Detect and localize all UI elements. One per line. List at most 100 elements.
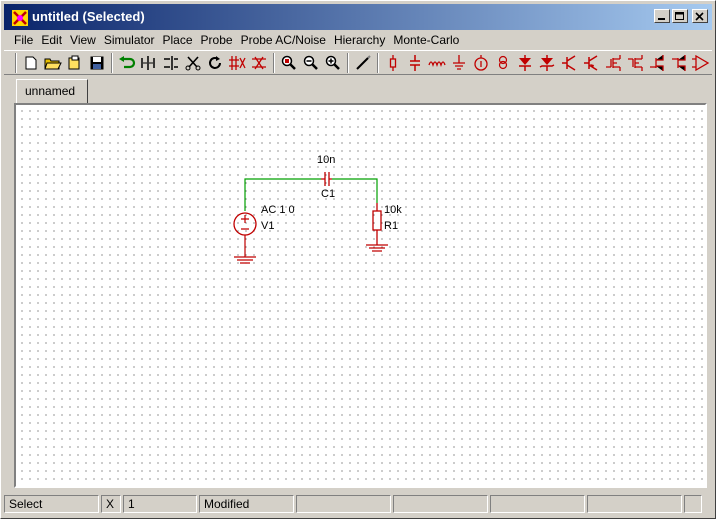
- source-ref: V1: [261, 220, 274, 232]
- status-modified: Modified: [199, 495, 294, 513]
- status-coord-label: X: [101, 495, 121, 513]
- source-value: AC 1 0: [261, 204, 295, 216]
- menu-place[interactable]: Place: [163, 33, 193, 47]
- duplicate-icon: [252, 56, 266, 69]
- pnp-icon: [584, 54, 598, 71]
- voltage-source-button[interactable]: [470, 52, 492, 74]
- undo-icon: [119, 55, 136, 68]
- toolbar: [4, 50, 712, 75]
- status-cell-9: [684, 495, 702, 513]
- zoom-in-button[interactable]: [322, 52, 344, 74]
- menu-probe[interactable]: Probe: [201, 33, 233, 47]
- resistor-value: 10k: [384, 204, 402, 216]
- inductor-button[interactable]: [426, 52, 448, 74]
- open-button[interactable]: [42, 52, 64, 74]
- schematic-canvas-frame: 10n C1 AC 1 0 V1 10k R1: [14, 103, 707, 488]
- voltage-source-v1[interactable]: AC 1 0 V1: [233, 204, 295, 264]
- ground-icon: [453, 54, 465, 70]
- cut-button[interactable]: [182, 52, 204, 74]
- pmos-button[interactable]: [624, 52, 646, 74]
- title-bar[interactable]: untitled (Selected): [4, 4, 712, 30]
- pnp-button[interactable]: [580, 52, 602, 74]
- delete-wire-icon: [229, 55, 246, 70]
- resistor-ref: R1: [384, 220, 398, 232]
- toolbar-separator: [347, 52, 349, 73]
- close-button[interactable]: [692, 9, 708, 23]
- minimize-button[interactable]: [654, 9, 670, 23]
- zener-button[interactable]: [536, 52, 558, 74]
- zoom-fit-button[interactable]: [278, 52, 300, 74]
- open-folder-icon: [44, 58, 62, 69]
- zoom-out-button[interactable]: [300, 52, 322, 74]
- current-source-icon: [498, 55, 508, 69]
- app-window: untitled (Selected) File Edit View Simul…: [0, 0, 716, 519]
- njfet-button[interactable]: [646, 52, 668, 74]
- open-file-button[interactable]: [64, 52, 86, 74]
- zoom-in-icon: [325, 55, 340, 70]
- undo-button[interactable]: [116, 52, 138, 74]
- pmos-icon: [628, 54, 643, 71]
- mirror-vertical-button[interactable]: [160, 52, 182, 74]
- save-button[interactable]: [86, 52, 108, 74]
- capacitor-button[interactable]: [404, 52, 426, 74]
- rotate-icon: [209, 55, 221, 69]
- menu-hierarchy[interactable]: Hierarchy: [334, 33, 385, 47]
- resistor-icon: [389, 54, 397, 71]
- zener-icon: [539, 54, 555, 71]
- status-bar: Select X 1 Modified: [4, 495, 712, 513]
- status-cell-7: [490, 495, 585, 513]
- status-cell-5: [296, 495, 391, 513]
- capacitor-c1[interactable]: 10n C1: [317, 154, 335, 200]
- duplicate-button[interactable]: [248, 52, 270, 74]
- menu-view[interactable]: View: [70, 33, 96, 47]
- schematic-canvas[interactable]: 10n C1 AC 1 0 V1 10k R1: [16, 105, 705, 486]
- menu-bar: File Edit View Simulator Place Probe Pro…: [4, 30, 712, 50]
- nmos-icon: [606, 54, 621, 71]
- njfet-icon: [650, 54, 664, 71]
- inductor-icon: [428, 60, 446, 67]
- diode-icon: [519, 54, 531, 71]
- rotate-button[interactable]: [204, 52, 226, 74]
- mirror-horizontal-icon: [141, 55, 155, 70]
- document-tabs: unnamed: [4, 77, 712, 103]
- wire-right[interactable]: [332, 178, 378, 203]
- resistor-r1[interactable]: 10k R1: [366, 203, 402, 252]
- nmos-button[interactable]: [602, 52, 624, 74]
- maximize-button[interactable]: [672, 9, 688, 23]
- menu-edit[interactable]: Edit: [41, 33, 62, 47]
- capacitor-ref: C1: [321, 188, 335, 200]
- zoom-out-icon: [303, 55, 318, 70]
- app-logo-icon: [12, 10, 28, 26]
- mirror-horizontal-button[interactable]: [138, 52, 160, 74]
- window-title: untitled (Selected): [32, 9, 145, 24]
- current-source-button[interactable]: [492, 52, 514, 74]
- npn-icon: [562, 54, 576, 71]
- mirror-vertical-icon: [164, 55, 178, 70]
- status-cell-6: [393, 495, 488, 513]
- delete-wire-button[interactable]: [226, 52, 248, 74]
- menu-file[interactable]: File: [14, 33, 33, 47]
- pjfet-button[interactable]: [668, 52, 690, 74]
- opamp-icon: [692, 54, 710, 71]
- npn-button[interactable]: [558, 52, 580, 74]
- status-cell-8: [587, 495, 682, 513]
- menu-simulator[interactable]: Simulator: [104, 33, 155, 47]
- menu-probe-ac-noise[interactable]: Probe AC/Noise: [241, 33, 326, 47]
- toolbar-grip: [15, 52, 17, 73]
- wire-draw-icon: [356, 54, 371, 70]
- cut-icon: [185, 55, 201, 70]
- wire-draw-button[interactable]: [352, 52, 374, 74]
- diode-button[interactable]: [514, 52, 536, 74]
- tab-unnamed[interactable]: unnamed: [16, 79, 88, 103]
- menu-monte-carlo[interactable]: Monte-Carlo: [393, 33, 459, 47]
- schematic-drawing: 10n C1 AC 1 0 V1 10k R1: [233, 154, 402, 264]
- save-icon: [90, 56, 104, 69]
- open-file-icon: [68, 55, 80, 69]
- pjfet-icon: [672, 54, 686, 71]
- new-icon: [25, 56, 37, 69]
- ground-button[interactable]: [448, 52, 470, 74]
- new-button[interactable]: [20, 52, 42, 74]
- opamp-button[interactable]: [690, 52, 712, 74]
- resistor-button[interactable]: [382, 52, 404, 74]
- capacitor-icon: [410, 54, 420, 71]
